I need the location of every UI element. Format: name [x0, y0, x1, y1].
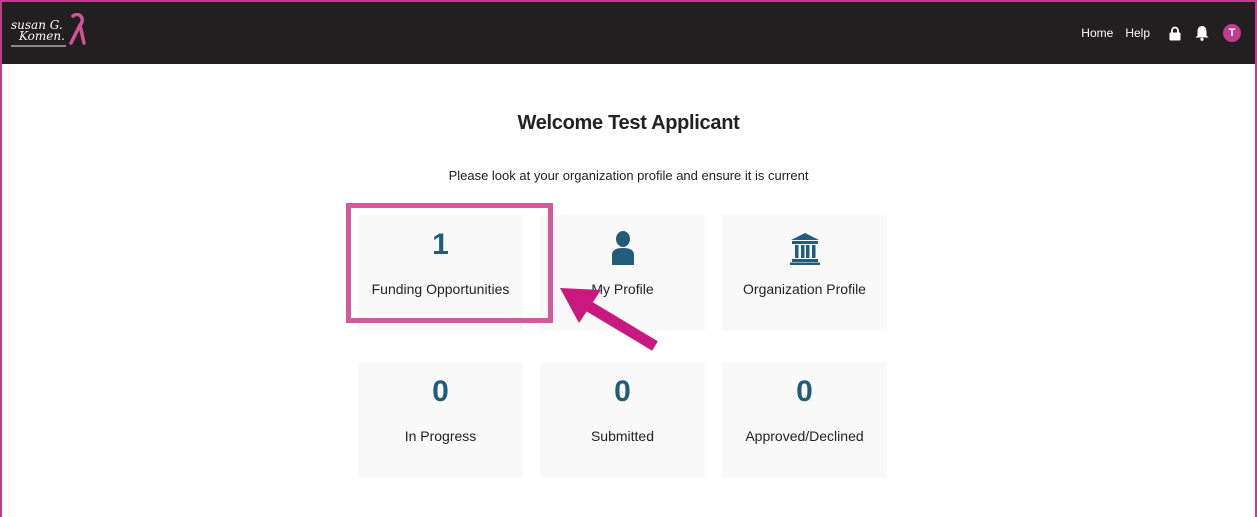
tile-funding-opportunities[interactable]: 1 Funding Opportunities [358, 215, 523, 331]
bank-icon [789, 229, 820, 265]
bell-icon[interactable] [1195, 25, 1209, 41]
tile-in-progress[interactable]: 0 In Progress [358, 362, 523, 478]
profile-reminder-text: Please look at your organization profile… [448, 168, 809, 183]
help-link[interactable]: Help [1125, 26, 1150, 40]
approved-declined-label: Approved/Declined [745, 428, 864, 444]
tile-submitted[interactable]: 0 Submitted [540, 362, 705, 478]
approved-declined-count: 0 [796, 375, 813, 408]
lock-icon[interactable] [1169, 26, 1181, 41]
svg-text:Komen.: Komen. [18, 29, 65, 43]
user-icon [611, 229, 634, 265]
tile-approved-declined[interactable]: 0 Approved/Declined [722, 362, 887, 478]
funding-opportunities-count: 1 [432, 228, 449, 261]
header-nav: Home Help T [1081, 2, 1241, 64]
tile-organization-profile[interactable]: Organization Profile [722, 215, 887, 331]
funding-opportunities-label: Funding Opportunities [371, 281, 510, 297]
komen-logo[interactable]: susan G. Komen. [10, 13, 90, 53]
submitted-label: Submitted [590, 428, 655, 444]
in-progress-label: In Progress [404, 428, 477, 444]
in-progress-count: 0 [432, 375, 449, 408]
organization-profile-label: Organization Profile [743, 281, 866, 297]
home-link[interactable]: Home [1081, 26, 1113, 40]
top-navigation-bar: susan G. Komen. Home Help T [2, 2, 1255, 64]
submitted-count: 0 [614, 375, 631, 408]
annotation-arrow-icon [555, 280, 665, 360]
user-avatar[interactable]: T [1223, 24, 1241, 42]
welcome-heading: Welcome Test Applicant [517, 112, 740, 134]
